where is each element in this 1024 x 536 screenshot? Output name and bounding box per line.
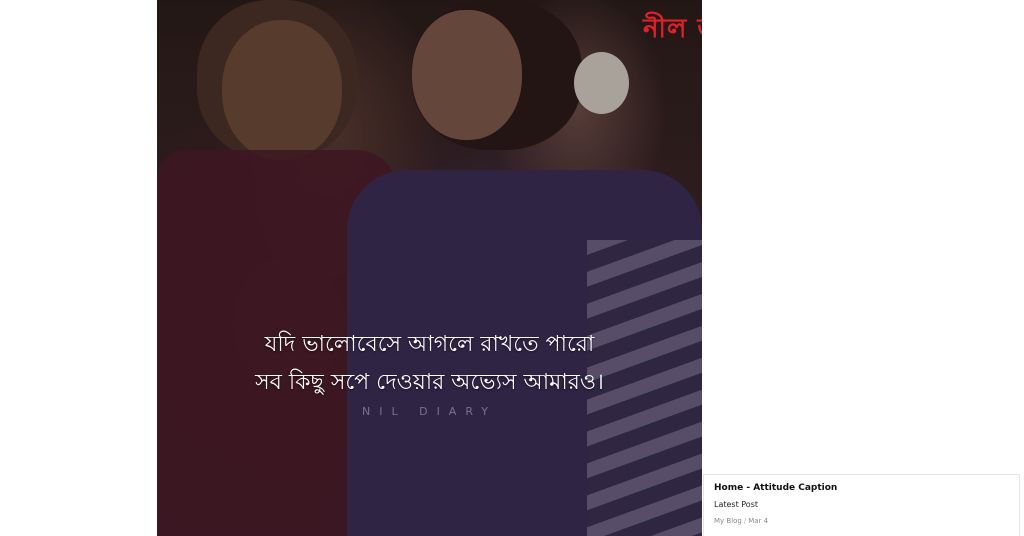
post-card[interactable]: Home - Attitude Caption Latest Post My B… — [703, 474, 1020, 536]
caption-line-2: সব কিছু সপে দেওয়ার অভ্যেস আমারও। — [255, 370, 604, 395]
meta-separator: / — [743, 517, 747, 525]
watermark: NIL DIARY — [362, 405, 497, 418]
post-meta: My Blog / Mar 4 — [714, 517, 1009, 525]
post-subtitle: Latest Post — [714, 500, 759, 509]
post-date: Mar 4 — [748, 517, 769, 525]
caption-line-1: যদি ভালোবেসে আগলে রাখতে পারো — [264, 332, 595, 357]
featured-photo[interactable]: নীল ডা যদি ভালোবেসে আগলে রাখতে পারো সব ক… — [157, 0, 702, 536]
brand-logo: নীল ডা — [643, 14, 702, 44]
post-title[interactable]: Home - Attitude Caption — [714, 483, 1009, 493]
blog-name[interactable]: My Blog — [714, 517, 742, 525]
